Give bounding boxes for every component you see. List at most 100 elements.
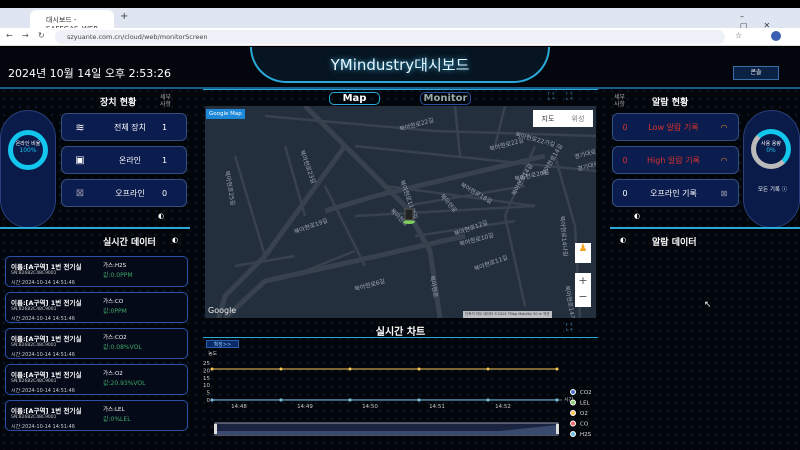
profile-avatar[interactable] [771,31,781,41]
card-sn: SN:82682C48C9001 [11,415,57,420]
reload-icon[interactable]: ↻ [38,31,45,40]
street-label: 북아현로 [428,275,440,299]
usage-label: 사용 용량 [761,141,781,147]
card-label: 오프라인 기록 [650,188,697,198]
browser-tab[interactable]: 대시보드 - SAFEGAS_WEB [30,10,114,33]
focus-icon[interactable]: ⛶ [548,92,554,102]
device-data-card[interactable]: 이름:[A구역] 1번 전기실 SN:82682C48C9001 시간:2024-1… [5,364,188,395]
data-point-O2 [348,367,352,371]
card-value: 값:0.08%VOL [103,344,142,351]
card-time: 시간:2024-10-14 14:51:46 [11,280,75,286]
card-value: 값:0%LEL [103,416,131,423]
card-time: 시간:2024-10-14 14:51:46 [11,424,75,430]
alarm-detail-link[interactable]: 세부 사항 [614,94,628,108]
card-label: 오프라인 [115,188,145,198]
monitor-check-icon: ▣ [75,154,85,166]
data-point-H2S [279,398,283,402]
card-gas: 가스:CO [103,299,124,305]
card-count: 0 [622,122,628,132]
map-type-satellite[interactable]: 위성 [572,114,585,124]
street-label: 북아현로14나길 [558,215,570,256]
device-online-card[interactable]: ▣ 온라인 1 [61,146,187,174]
info-icon[interactable]: ◐ [158,212,164,220]
mouse-cursor: ↖ [704,300,712,310]
datetime: 2024년 10월 14일 오후 2:53:26 [8,67,171,80]
card-sn: SN:82682C48C9001 [11,379,57,384]
online-rate-value: 100% [19,147,37,154]
zoom-in-button[interactable]: + [575,273,591,289]
google-map-badge[interactable]: Google Map [206,109,245,119]
online-rate-label: 온라인 비율 [15,141,41,147]
legend-label: H2S [580,432,592,438]
all-records-label: 모든 기록 [758,187,780,193]
alarm-card[interactable]: 0 Low 알람 기록 ◠ [612,113,739,141]
legend-marker-O2 [570,410,576,416]
map-roads: 북아현로22길북아현로22길북아현로20길북아현로북아현로19길북아현로23길북… [216,106,596,318]
street-label: 북아현로25길 [223,170,237,206]
device-data-card[interactable]: 이름:[A구역] 1번 전기실 SN:82682C48C9001 시간:2024-1… [5,400,188,431]
card-name: 이름:[A구역] 1번 전기실 [11,263,82,271]
device-offline-card[interactable]: ⊠ 오프라인 0 [61,179,187,207]
data-point-O2 [279,367,283,371]
y-tick-label: 5 [207,391,211,397]
alarm-card[interactable]: 0 오프라인 기록 ⊠ [612,179,739,207]
card-name: 이름:[A구역] 1번 전기실 [11,407,82,415]
card-time: 시간:2024-10-14 14:51:46 [11,352,75,358]
map-attribution: 단축키 지도 데이터 ©2024 TMap Mobility 50 m 약관 [463,311,552,318]
alarm-card[interactable]: 0 High 알람 기록 ◠ [612,146,739,174]
card-name: 이름:[A구역] 1번 전기실 [11,335,82,343]
card-sn: SN:82682C48C9001 [11,271,57,276]
tab-map[interactable]: Map [329,92,380,105]
street-label: 북아현로11길 [473,253,509,273]
card-value: 값:20.93%VOL [103,380,146,387]
card-gas: 가스:LEL [103,407,125,413]
device-detail-link[interactable]: 세부 사항 [160,94,174,108]
google-logo: Google [208,306,237,315]
clock-icon[interactable]: ◐ [620,236,626,244]
forward-icon[interactable]: → [22,31,29,40]
data-point-O2 [486,367,490,371]
y-tick-label: 20 [203,368,210,374]
y-axis-label: 농도 [208,351,218,357]
fullscreen-icon[interactable]: ⛶ [566,92,572,102]
map[interactable]: 북아현로22길 북아현로22길 북아현로20길 북아현로 북아현로19길 북아현로23길 북… [205,106,596,318]
console-button[interactable]: 콘솔 [733,66,779,80]
street-label: 북아현로14길 [510,162,535,197]
card-label: High 알람 기록 [647,155,700,165]
card-gas: 가스:CO2 [103,335,127,341]
device-data-card[interactable]: 이름:[A구역] 1번 전기실 SN:82682C48C9001 시간:2024-1… [5,292,188,323]
device-total-card[interactable]: ≋ 전체 장치 1 [61,113,187,141]
device-data-card[interactable]: 이름:[A구역] 1번 전기실 SN:82682C48C9001 시간:2024-1… [5,256,188,287]
card-sn: SN:82682C48C9001 [11,343,57,348]
realtime-chart: 농도252015105014:48 14:49 14:50 14:51 14:52시간C… [203,351,592,438]
device-data-card[interactable]: 이름:[A구역] 1번 전기실 SN:82682C48C9001 시간:2024-1… [5,328,188,359]
info-icon[interactable]: ◐ [634,212,640,220]
card-count: 1 [162,155,168,165]
map-marker[interactable] [403,208,415,224]
usage-value: 0% [766,147,776,154]
siren-icon: ◠ [720,122,728,132]
data-point-O2 [210,367,214,371]
street-view-pegman-icon[interactable]: ♟ [575,243,591,263]
clock-icon[interactable]: ◐ [172,236,178,244]
all-records-link[interactable]: 모든 기록 ⓘ [758,185,787,193]
back-icon[interactable]: ← [6,31,13,40]
legend-marker-LEL [570,399,576,406]
bookmark-icon[interactable]: ☆ [735,31,742,40]
layers-icon: ≋ [75,120,85,134]
card-count: 0 [622,155,628,165]
info-icon: ⓘ [781,187,788,193]
tab-monitor[interactable]: Monitor [420,92,471,105]
new-tab-button[interactable]: + [120,11,128,22]
usage-panel [743,110,800,228]
zoom-out-button[interactable]: − [575,289,591,305]
chart-title: 실시간 차트 [375,327,426,338]
street-label: 북아현로19길 [293,216,329,236]
map-type-map[interactable]: 지도 [542,114,555,124]
card-label: 온라인 [118,155,142,165]
chart-fullscreen-icon[interactable]: ⛶ [566,323,572,333]
url-input[interactable]: szyuante.com.cn/cloud/web/monitorScreen [55,30,725,44]
street-label: 경기대로9길 [573,145,596,161]
zoom-handle-left [214,424,217,434]
divider [203,337,598,338]
